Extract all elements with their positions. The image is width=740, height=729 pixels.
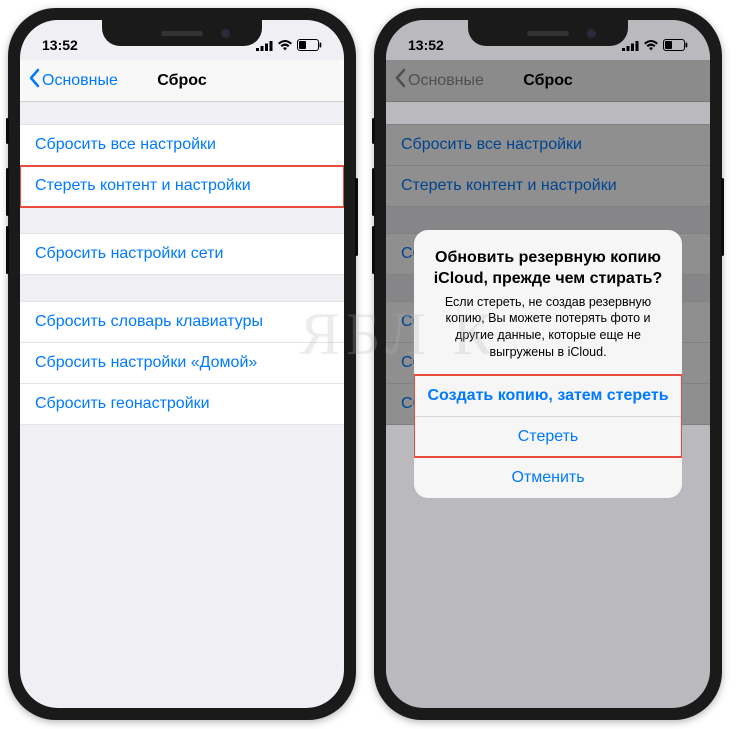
chevron-left-icon <box>28 68 40 93</box>
alert-highlighted-buttons: Создать копию, затем стереть Стереть <box>414 375 682 457</box>
status-right <box>256 39 322 51</box>
back-label: Основные <box>42 72 118 90</box>
cellular-icon <box>256 40 273 51</box>
alert-backdrop: Обновить резервную копию iCloud, прежде … <box>386 20 710 708</box>
phone-right: 13:52 Основные Сброс Сброси <box>374 8 722 720</box>
alert-body: Обновить резервную копию iCloud, прежде … <box>414 230 682 375</box>
mute-switch <box>372 118 375 144</box>
row-reset-keyboard[interactable]: Сбросить словарь клавиатуры <box>20 301 344 343</box>
screen: 13:52 Основные Сброс Сброси <box>386 20 710 708</box>
power-button <box>721 178 724 256</box>
power-button <box>355 178 358 256</box>
battery-icon <box>297 39 322 51</box>
row-reset-all[interactable]: Сбросить все настройки <box>20 124 344 166</box>
cancel-button[interactable]: Отменить <box>414 457 682 498</box>
volume-down <box>6 226 9 274</box>
volume-up <box>6 168 9 216</box>
backup-then-erase-button[interactable]: Создать копию, затем стереть <box>414 375 682 416</box>
alert-dialog: Обновить резервную копию iCloud, прежде … <box>414 230 682 498</box>
group-3: Сбросить словарь клавиатуры Сбросить нас… <box>20 301 344 425</box>
speaker <box>527 31 569 36</box>
phone-left: 13:52 Основные Сброс Сброси <box>8 8 356 720</box>
wifi-icon <box>277 40 293 51</box>
volume-up <box>372 168 375 216</box>
row-reset-network[interactable]: Сбросить настройки сети <box>20 233 344 275</box>
erase-button[interactable]: Стереть <box>414 416 682 457</box>
mute-switch <box>6 118 9 144</box>
notch <box>468 20 628 46</box>
alert-title: Обновить резервную копию iCloud, прежде … <box>430 248 666 290</box>
group-2: Сбросить настройки сети <box>20 233 344 275</box>
volume-down <box>372 226 375 274</box>
front-camera <box>221 29 230 38</box>
settings-list: Сбросить все настройки Стереть контент и… <box>20 124 344 425</box>
speaker <box>161 31 203 36</box>
nav-title: Сброс <box>157 72 206 90</box>
screen: 13:52 Основные Сброс Сброси <box>20 20 344 708</box>
row-erase-content[interactable]: Стереть контент и настройки <box>20 166 344 207</box>
front-camera <box>587 29 596 38</box>
nav-bar: Основные Сброс <box>20 60 344 102</box>
notch <box>102 20 262 46</box>
alert-message: Если стереть, не создав резервную копию,… <box>430 294 666 362</box>
row-reset-home[interactable]: Сбросить настройки «Домой» <box>20 343 344 384</box>
group-1: Сбросить все настройки Стереть контент и… <box>20 124 344 207</box>
status-time: 13:52 <box>42 37 78 53</box>
back-button[interactable]: Основные <box>28 68 118 93</box>
row-reset-location[interactable]: Сбросить геонастройки <box>20 384 344 425</box>
